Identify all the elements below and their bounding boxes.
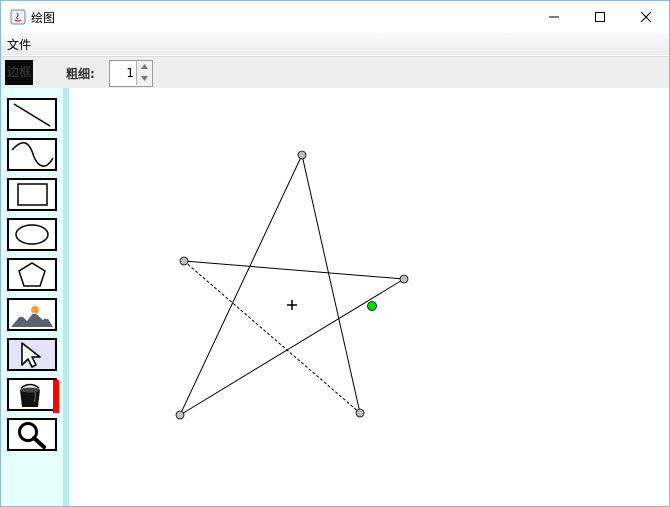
menu-bar: 文件: [1, 33, 669, 55]
image-tool-button[interactable]: [7, 298, 57, 331]
spinner-down-button[interactable]: [136, 73, 152, 85]
star-edge: [179, 278, 405, 416]
cursor-arrow-icon: [21, 342, 41, 368]
mountain-image-icon: [11, 306, 53, 327]
java-app-icon: [10, 9, 26, 25]
vertex-handle[interactable]: [399, 274, 409, 284]
crosshair-icon: [287, 300, 297, 310]
maximize-button[interactable]: [577, 1, 623, 33]
vertex-handles: [175, 150, 409, 420]
border-button[interactable]: 边框: [5, 60, 33, 85]
zoom-tool-button[interactable]: [7, 418, 57, 451]
magnifier-icon: [18, 422, 46, 449]
star-edge-dashed: [183, 260, 361, 414]
vertex-handle[interactable]: [297, 150, 307, 160]
window-title: 绘图: [31, 11, 56, 25]
current-color-swatch[interactable]: [53, 380, 59, 413]
arrow-up-icon: [141, 64, 148, 69]
title-bar: 绘图: [1, 1, 669, 33]
rectangle-icon: [17, 183, 48, 206]
tool-palette: [1, 88, 63, 506]
ellipse-icon: [15, 224, 49, 245]
ellipse-tool-button[interactable]: [7, 218, 57, 251]
vertex-handle[interactable]: [355, 408, 365, 418]
pentagon-icon: [18, 262, 46, 287]
close-icon: [640, 11, 652, 23]
thickness-value[interactable]: 1: [110, 61, 134, 86]
thickness-label: 粗细:: [66, 67, 95, 81]
star-edge: [183, 260, 405, 280]
minimize-icon: [549, 16, 559, 18]
close-button[interactable]: [623, 1, 669, 33]
vertex-handle[interactable]: [175, 410, 185, 420]
canvas-drawing: [175, 150, 409, 420]
maximize-icon: [595, 12, 605, 22]
arrow-down-icon: [141, 76, 148, 81]
rectangle-tool-button[interactable]: [7, 178, 57, 211]
thickness-spinner[interactable]: 1: [109, 60, 153, 87]
line-icon: [13, 103, 51, 127]
line-tool-button[interactable]: [7, 98, 57, 131]
minimize-button[interactable]: [531, 1, 577, 33]
star-edge: [301, 154, 361, 414]
polygon-tool-button[interactable]: [7, 258, 57, 291]
drawing-canvas[interactable]: [69, 88, 669, 506]
toolbar: 边框 粗细: 1: [1, 56, 669, 89]
app-window: 绘图 文件 边框 粗细: 1: [0, 0, 670, 507]
select-tool-button[interactable]: [7, 338, 57, 371]
active-handle[interactable]: [367, 301, 377, 311]
vertex-handle[interactable]: [179, 256, 189, 266]
star-shape[interactable]: [179, 154, 405, 416]
curve-icon: [11, 142, 54, 167]
star-edge: [179, 154, 303, 416]
paint-bucket-icon: [20, 383, 40, 407]
curve-tool-button[interactable]: [7, 138, 57, 171]
fill-tool-button[interactable]: [7, 378, 59, 413]
menu-file[interactable]: 文件: [7, 36, 31, 53]
